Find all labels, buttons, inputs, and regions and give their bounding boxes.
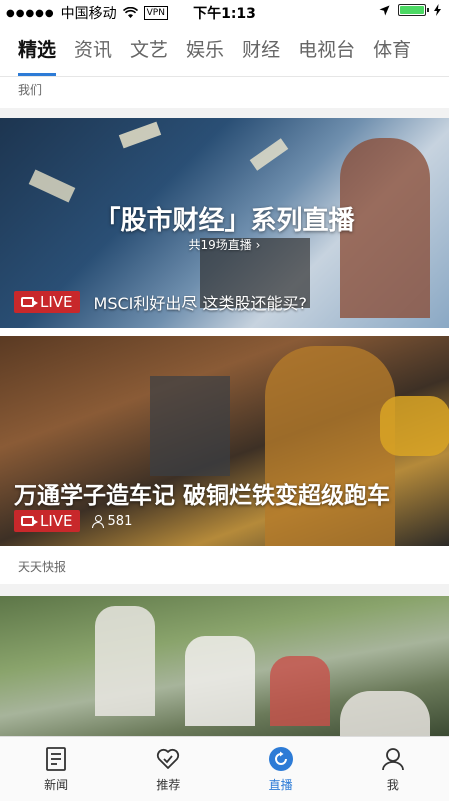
nav-news[interactable]: 新闻 bbox=[0, 737, 112, 801]
worker-image bbox=[265, 346, 395, 546]
nav-label: 推荐 bbox=[156, 777, 181, 792]
student-image bbox=[340, 691, 430, 736]
car-image bbox=[380, 396, 449, 456]
charging-icon bbox=[434, 4, 441, 16]
nav-label: 我 bbox=[386, 777, 399, 792]
card-subtitle[interactable]: 共19场直播 › bbox=[0, 236, 449, 253]
live-badge: LIVE bbox=[14, 291, 80, 313]
card-headline: 万通学子造车记 破铜烂铁变超级跑车 bbox=[14, 483, 391, 509]
news-icon bbox=[46, 746, 67, 771]
money-decor bbox=[28, 169, 76, 203]
student-image bbox=[270, 656, 330, 726]
heart-icon bbox=[157, 748, 180, 769]
video-card-students[interactable] bbox=[0, 596, 449, 736]
card-footer: LIVE 581 bbox=[14, 510, 132, 532]
live-card-car[interactable]: 万通学子造车记 破铜烂铁变超级跑车 LIVE 581 bbox=[0, 336, 449, 546]
battery-icon bbox=[398, 4, 429, 16]
section-divider bbox=[0, 108, 449, 118]
bottom-tab-bar: 新闻 推荐 直播 我 bbox=[0, 736, 449, 801]
status-bar: ●●●●● 中国移动 VPN 下午1:13 bbox=[0, 0, 449, 24]
tab-yule[interactable]: 娱乐 bbox=[177, 24, 233, 76]
status-right bbox=[379, 4, 441, 16]
section-label-women: 我们 bbox=[0, 80, 449, 108]
tab-caijing[interactable]: 财经 bbox=[233, 24, 289, 76]
nav-label: 直播 bbox=[268, 777, 293, 792]
tab-tiyu[interactable]: 体育 bbox=[364, 24, 420, 76]
section-label-quick: 天天快报 bbox=[0, 554, 449, 582]
live-icon bbox=[268, 746, 293, 771]
profile-icon bbox=[381, 747, 404, 770]
card-footer: LIVE MSCI利好出尽 这类股还能买? bbox=[14, 290, 307, 314]
tab-zixun[interactable]: 资讯 bbox=[65, 24, 121, 76]
card-headline: MSCI利好出尽 这类股还能买? bbox=[93, 294, 307, 313]
card-gap bbox=[0, 546, 449, 554]
nav-label: 新闻 bbox=[44, 777, 69, 792]
card-title: 「股市财经」系列直播 bbox=[94, 206, 355, 236]
category-tabs: 精选 资讯 文艺 娱乐 财经 电视台 体育 bbox=[0, 24, 449, 77]
viewer-count: 581 bbox=[91, 514, 132, 529]
nav-recommend[interactable]: 推荐 bbox=[112, 737, 224, 801]
person-icon bbox=[91, 514, 104, 528]
student-image bbox=[95, 606, 155, 716]
location-arrow-icon bbox=[379, 5, 390, 15]
section-divider bbox=[0, 584, 449, 596]
live-badge: LIVE bbox=[14, 510, 80, 532]
tab-wenyi[interactable]: 文艺 bbox=[121, 24, 177, 76]
money-decor bbox=[118, 121, 162, 149]
live-card-stock[interactable]: 「股市财经」系列直播 共19场直播 › LIVE MSCI利好出尽 这类股还能买… bbox=[0, 118, 449, 328]
nav-live[interactable]: 直播 bbox=[225, 737, 337, 801]
camera-icon bbox=[21, 516, 38, 526]
nav-me[interactable]: 我 bbox=[337, 737, 449, 801]
tab-jingxuan[interactable]: 精选 bbox=[0, 24, 65, 76]
money-decor bbox=[249, 138, 289, 171]
tab-dianshitai[interactable]: 电视台 bbox=[289, 24, 364, 76]
student-image bbox=[185, 636, 255, 726]
chevron-right-icon: › bbox=[255, 238, 261, 252]
shelf-image bbox=[150, 376, 230, 476]
camera-icon bbox=[21, 297, 38, 307]
